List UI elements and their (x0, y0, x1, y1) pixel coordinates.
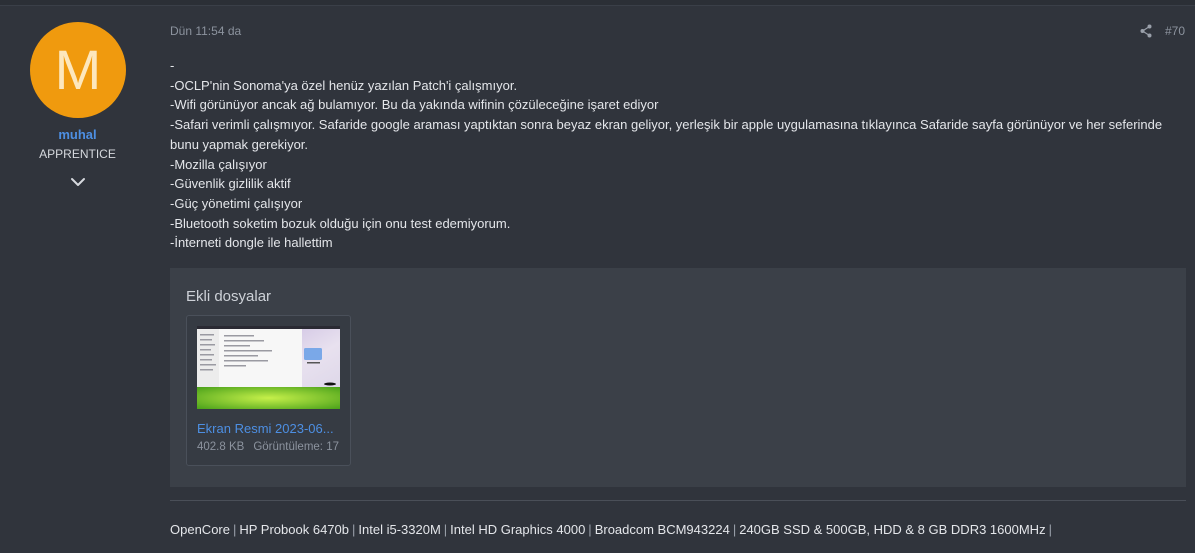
chevron-down-icon[interactable] (69, 174, 87, 190)
post-body: - -OCLP'nin Sonoma'ya özel henüz yazılan… (170, 56, 1180, 253)
page: M muhal APPRENTICE Dün 11:54 da #70 - -O… (0, 0, 1195, 553)
post-line: -OCLP'nin Sonoma'ya özel henüz yazılan P… (170, 77, 518, 93)
post-line: -Wifi görünüyor ancak ağ bulamıyor. Bu d… (170, 97, 659, 113)
attachment-meta: 402.8 KB Görüntüleme: 17 (197, 441, 339, 453)
signature-item: Intel i5-3320M (358, 522, 441, 537)
signature-item: 240GB SSD & 500GB, HDD & 8 GB DDR3 1600M… (739, 522, 1046, 537)
post-line: -Güç yönetimi çalışıyor (170, 195, 303, 211)
share-icon[interactable] (1140, 24, 1152, 38)
post-line: -Güvenlik gizlilik aktif (170, 176, 291, 192)
user-column: M muhal APPRENTICE (0, 6, 155, 553)
forum-post: M muhal APPRENTICE Dün 11:54 da #70 - -O… (0, 5, 1195, 553)
post-line: - (170, 58, 175, 73)
signature-divider (170, 500, 1186, 501)
signature-item: Intel HD Graphics 4000 (450, 522, 586, 537)
post-line: -Bluetooth soketim bozuk olduğu için onu… (170, 215, 511, 231)
signature-separator: | (352, 522, 356, 537)
attachment-thumbnail[interactable] (197, 326, 340, 409)
signature-item: OpenCore (170, 522, 230, 537)
signature-separator: | (232, 522, 237, 537)
attachment-card[interactable]: Ekran Resmi 2023-06... 402.8 KB Görüntüle… (186, 315, 351, 466)
signature-separator: | (443, 522, 448, 537)
signature-separator: | (732, 522, 737, 537)
attachment-views: Görüntüleme: 17 (253, 441, 339, 453)
signature-separator: | (588, 522, 592, 537)
post-line: -Mozilla çalışıyor (170, 156, 267, 172)
post-date-link[interactable]: Dün 11:54 da (170, 24, 241, 38)
signature-separator: | (1048, 522, 1052, 537)
post-line: -İnterneti dongle ile hallettim (170, 235, 333, 251)
post-number-link[interactable]: #70 (1165, 24, 1185, 38)
signature-item: Broadcom BCM943224 (594, 522, 730, 537)
username-link[interactable]: muhal (0, 127, 155, 142)
attachments-block: Ekli dosyalar Ekran Resmi 2023-06... 402… (170, 268, 1186, 487)
post-content: Dün 11:54 da #70 - -OCLP'nin Sonoma'ya ö… (155, 6, 1195, 553)
avatar[interactable]: M (30, 22, 126, 118)
attachments-title: Ekli dosyalar (186, 288, 272, 305)
attachment-file-name[interactable]: Ekran Resmi 2023-06... (197, 421, 342, 436)
post-line: -Safari verimli çalışmıyor. Safaride goo… (170, 117, 1163, 152)
signature-item: HP Probook 6470b (239, 522, 349, 537)
signature: OpenCore | HP Probook 6470b | Intel i5-3320M… (170, 522, 1055, 537)
user-title: APPRENTICE (39, 147, 116, 161)
attachment-size: 402.8 KB (197, 441, 245, 453)
